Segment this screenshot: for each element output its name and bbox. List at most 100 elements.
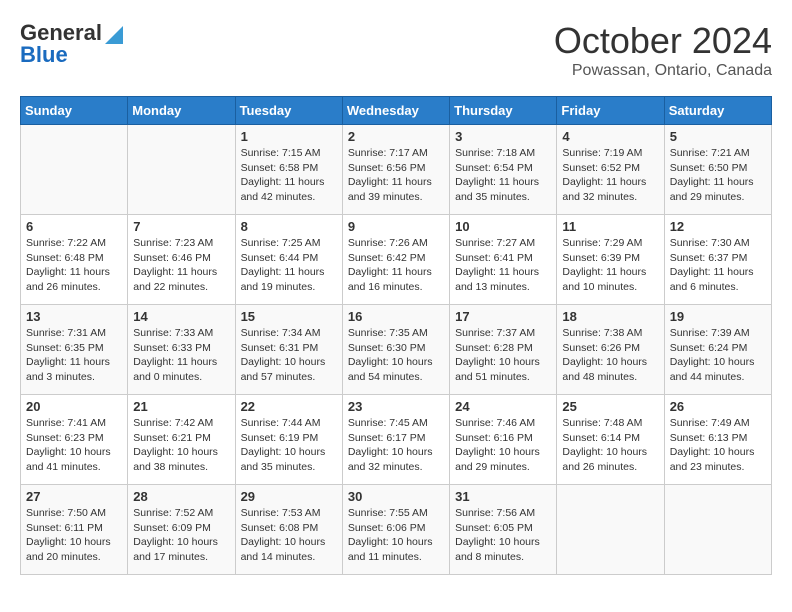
calendar-cell xyxy=(664,485,771,575)
calendar-cell: 1 Sunrise: 7:15 AM Sunset: 6:58 PM Daylig… xyxy=(235,125,342,215)
calendar-cell: 22 Sunrise: 7:44 AM Sunset: 6:19 PM Dayli… xyxy=(235,395,342,485)
calendar-cell: 31 Sunrise: 7:56 AM Sunset: 6:05 PM Dayli… xyxy=(450,485,557,575)
day-info: Sunrise: 7:17 AM Sunset: 6:56 PM Dayligh… xyxy=(348,146,444,205)
day-number: 3 xyxy=(455,129,551,144)
day-info: Sunrise: 7:50 AM Sunset: 6:11 PM Dayligh… xyxy=(26,506,122,565)
day-number: 15 xyxy=(241,309,337,324)
page-header: General Blue October 2024 Powassan, Onta… xyxy=(20,20,772,80)
day-info: Sunrise: 7:21 AM Sunset: 6:50 PM Dayligh… xyxy=(670,146,766,205)
calendar-cell: 8 Sunrise: 7:25 AM Sunset: 6:44 PM Daylig… xyxy=(235,215,342,305)
day-info: Sunrise: 7:35 AM Sunset: 6:30 PM Dayligh… xyxy=(348,326,444,385)
month-title: October 2024 xyxy=(554,20,772,62)
day-number: 11 xyxy=(562,219,658,234)
day-number: 21 xyxy=(133,399,229,414)
week-row-1: 1 Sunrise: 7:15 AM Sunset: 6:58 PM Daylig… xyxy=(21,125,772,215)
day-number: 29 xyxy=(241,489,337,504)
calendar-cell: 2 Sunrise: 7:17 AM Sunset: 6:56 PM Daylig… xyxy=(342,125,449,215)
day-number: 6 xyxy=(26,219,122,234)
day-header-wednesday: Wednesday xyxy=(342,97,449,125)
day-info: Sunrise: 7:26 AM Sunset: 6:42 PM Dayligh… xyxy=(348,236,444,295)
calendar-cell: 28Sunrise: 7:52 AM Sunset: 6:09 PM Dayli… xyxy=(128,485,235,575)
day-number: 18 xyxy=(562,309,658,324)
day-info: Sunrise: 7:34 AM Sunset: 6:31 PM Dayligh… xyxy=(241,326,337,385)
day-info: Sunrise: 7:56 AM Sunset: 6:05 PM Dayligh… xyxy=(455,506,551,565)
day-number: 17 xyxy=(455,309,551,324)
day-number: 10 xyxy=(455,219,551,234)
day-number: 24 xyxy=(455,399,551,414)
day-header-tuesday: Tuesday xyxy=(235,97,342,125)
calendar-cell: 6 Sunrise: 7:22 AM Sunset: 6:48 PM Daylig… xyxy=(21,215,128,305)
day-header-friday: Friday xyxy=(557,97,664,125)
day-info: Sunrise: 7:31 AM Sunset: 6:35 PM Dayligh… xyxy=(26,326,122,385)
day-number: 2 xyxy=(348,129,444,144)
calendar-cell: 12Sunrise: 7:30 AM Sunset: 6:37 PM Dayli… xyxy=(664,215,771,305)
logo-triangle-icon xyxy=(105,22,123,44)
day-number: 8 xyxy=(241,219,337,234)
day-info: Sunrise: 7:33 AM Sunset: 6:33 PM Dayligh… xyxy=(133,326,229,385)
day-number: 22 xyxy=(241,399,337,414)
week-row-5: 27 Sunrise: 7:50 AM Sunset: 6:11 PM Dayli… xyxy=(21,485,772,575)
day-number: 31 xyxy=(455,489,551,504)
calendar-cell: 9 Sunrise: 7:26 AM Sunset: 6:42 PM Daylig… xyxy=(342,215,449,305)
calendar-cell: 25 Sunrise: 7:48 AM Sunset: 6:14 PM Dayli… xyxy=(557,395,664,485)
day-info: Sunrise: 7:42 AM Sunset: 6:21 PM Dayligh… xyxy=(133,416,229,475)
day-number: 23 xyxy=(348,399,444,414)
day-number: 7 xyxy=(133,219,229,234)
calendar-table: SundayMondayTuesdayWednesdayThursdayFrid… xyxy=(20,96,772,575)
calendar-cell xyxy=(21,125,128,215)
day-header-thursday: Thursday xyxy=(450,97,557,125)
day-number: 5 xyxy=(670,129,766,144)
calendar-cell xyxy=(128,125,235,215)
calendar-cell: 10 Sunrise: 7:27 AM Sunset: 6:41 PM Dayli… xyxy=(450,215,557,305)
day-info: Sunrise: 7:49 AM Sunset: 6:13 PM Dayligh… xyxy=(670,416,766,475)
calendar-cell: 27 Sunrise: 7:50 AM Sunset: 6:11 PM Dayli… xyxy=(21,485,128,575)
calendar-cell xyxy=(557,485,664,575)
day-header-sunday: Sunday xyxy=(21,97,128,125)
calendar-cell: 21 Sunrise: 7:42 AM Sunset: 6:21 PM Dayli… xyxy=(128,395,235,485)
day-info: Sunrise: 7:23 AM Sunset: 6:46 PM Dayligh… xyxy=(133,236,229,295)
title-block: October 2024 Powassan, Ontario, Canada xyxy=(554,20,772,80)
calendar-cell: 5 Sunrise: 7:21 AM Sunset: 6:50 PM Daylig… xyxy=(664,125,771,215)
day-info: Sunrise: 7:55 AM Sunset: 6:06 PM Dayligh… xyxy=(348,506,444,565)
day-info: Sunrise: 7:53 AM Sunset: 6:08 PM Dayligh… xyxy=(241,506,337,565)
calendar-cell: 20Sunrise: 7:41 AM Sunset: 6:23 PM Dayli… xyxy=(21,395,128,485)
day-info: Sunrise: 7:41 AM Sunset: 6:23 PM Dayligh… xyxy=(26,416,122,475)
calendar-cell: 13 Sunrise: 7:31 AM Sunset: 6:35 PM Dayli… xyxy=(21,305,128,395)
day-header-saturday: Saturday xyxy=(664,97,771,125)
calendar-cell: 23 Sunrise: 7:45 AM Sunset: 6:17 PM Dayli… xyxy=(342,395,449,485)
days-header-row: SundayMondayTuesdayWednesdayThursdayFrid… xyxy=(21,97,772,125)
week-row-2: 6 Sunrise: 7:22 AM Sunset: 6:48 PM Daylig… xyxy=(21,215,772,305)
day-info: Sunrise: 7:18 AM Sunset: 6:54 PM Dayligh… xyxy=(455,146,551,205)
day-number: 14 xyxy=(133,309,229,324)
day-number: 16 xyxy=(348,309,444,324)
day-number: 1 xyxy=(241,129,337,144)
day-info: Sunrise: 7:39 AM Sunset: 6:24 PM Dayligh… xyxy=(670,326,766,385)
calendar-cell: 11 Sunrise: 7:29 AM Sunset: 6:39 PM Dayli… xyxy=(557,215,664,305)
day-number: 19 xyxy=(670,309,766,324)
day-info: Sunrise: 7:15 AM Sunset: 6:58 PM Dayligh… xyxy=(241,146,337,205)
day-info: Sunrise: 7:25 AM Sunset: 6:44 PM Dayligh… xyxy=(241,236,337,295)
day-number: 30 xyxy=(348,489,444,504)
calendar-cell: 18 Sunrise: 7:38 AM Sunset: 6:26 PM Dayli… xyxy=(557,305,664,395)
day-info: Sunrise: 7:30 AM Sunset: 6:37 PM Dayligh… xyxy=(670,236,766,295)
day-info: Sunrise: 7:48 AM Sunset: 6:14 PM Dayligh… xyxy=(562,416,658,475)
calendar-cell: 4Sunrise: 7:19 AM Sunset: 6:52 PM Daylig… xyxy=(557,125,664,215)
day-info: Sunrise: 7:27 AM Sunset: 6:41 PM Dayligh… xyxy=(455,236,551,295)
day-number: 27 xyxy=(26,489,122,504)
calendar-cell: 15 Sunrise: 7:34 AM Sunset: 6:31 PM Dayli… xyxy=(235,305,342,395)
day-number: 13 xyxy=(26,309,122,324)
day-number: 25 xyxy=(562,399,658,414)
location-subtitle: Powassan, Ontario, Canada xyxy=(554,62,772,80)
day-info: Sunrise: 7:45 AM Sunset: 6:17 PM Dayligh… xyxy=(348,416,444,475)
calendar-cell: 30 Sunrise: 7:55 AM Sunset: 6:06 PM Dayli… xyxy=(342,485,449,575)
day-info: Sunrise: 7:37 AM Sunset: 6:28 PM Dayligh… xyxy=(455,326,551,385)
day-info: Sunrise: 7:44 AM Sunset: 6:19 PM Dayligh… xyxy=(241,416,337,475)
day-info: Sunrise: 7:19 AM Sunset: 6:52 PM Dayligh… xyxy=(562,146,658,205)
day-number: 9 xyxy=(348,219,444,234)
day-number: 26 xyxy=(670,399,766,414)
day-header-monday: Monday xyxy=(128,97,235,125)
day-info: Sunrise: 7:38 AM Sunset: 6:26 PM Dayligh… xyxy=(562,326,658,385)
day-info: Sunrise: 7:22 AM Sunset: 6:48 PM Dayligh… xyxy=(26,236,122,295)
day-info: Sunrise: 7:29 AM Sunset: 6:39 PM Dayligh… xyxy=(562,236,658,295)
week-row-4: 20Sunrise: 7:41 AM Sunset: 6:23 PM Dayli… xyxy=(21,395,772,485)
